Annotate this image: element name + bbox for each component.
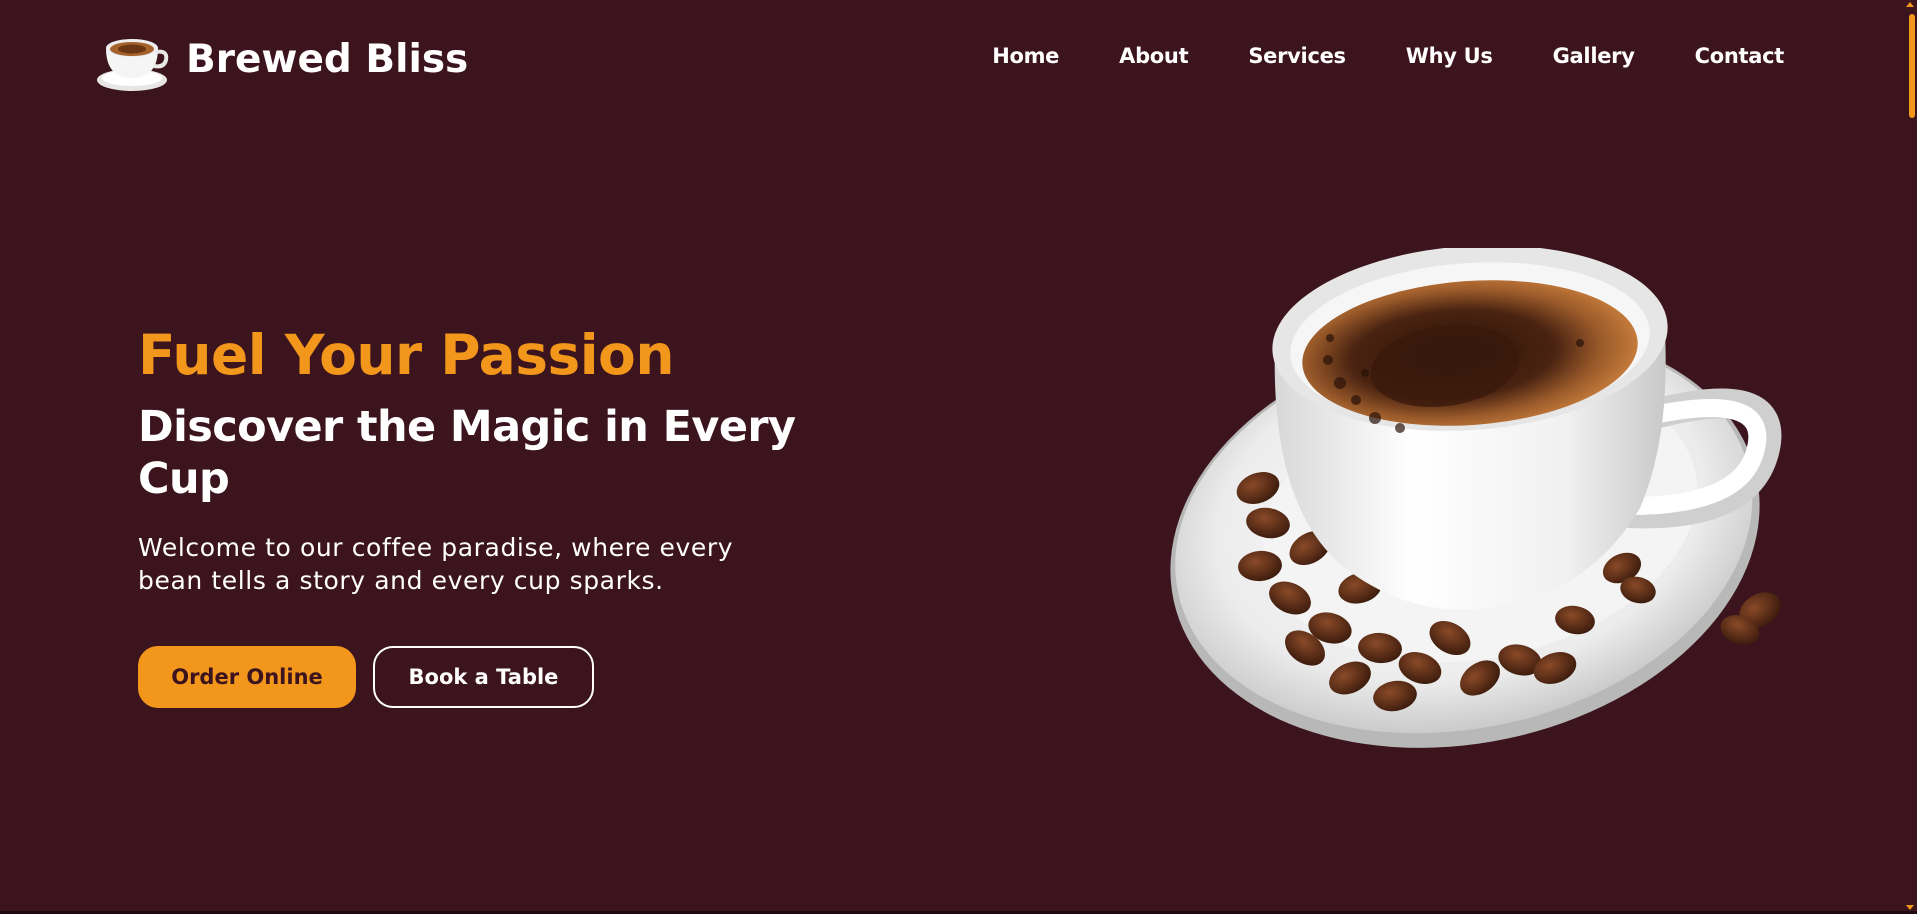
scroll-thumb[interactable]	[1909, 14, 1915, 118]
brand-name: Brewed Bliss	[186, 36, 469, 82]
hero-buttons: Order Online Book a Table	[138, 646, 898, 709]
hero-subtitle: Fuel Your Passion	[138, 323, 675, 387]
hero-section: Fuel Your Passion Discover the Magic in …	[138, 322, 898, 709]
scroll-down-icon[interactable]	[1906, 905, 1914, 910]
page: Brewed Bliss Home About Services Why Us …	[0, 0, 1917, 914]
coffee-cup-with-beans-icon	[1170, 248, 1782, 748]
hero-description: Welcome to our coffee paradise, where ev…	[138, 533, 734, 596]
scroll-up-icon[interactable]	[1906, 2, 1914, 7]
nav-item-about[interactable]: About	[1119, 44, 1189, 68]
logo-link[interactable]: Brewed Bliss	[92, 24, 468, 94]
nav-item-why-us[interactable]: Why Us	[1406, 44, 1493, 68]
order-online-button[interactable]: Order Online	[138, 646, 356, 709]
nav-item-home[interactable]: Home	[992, 44, 1059, 68]
main-nav: Home About Services Why Us Gallery Conta…	[992, 44, 1784, 68]
nav-item-gallery[interactable]: Gallery	[1553, 44, 1635, 68]
site-header: Brewed Bliss Home About Services Why Us …	[0, 0, 1917, 115]
hero-title: Discover the Magic in Every Cup	[138, 402, 796, 504]
coffee-cup-icon	[97, 39, 169, 91]
nav-item-services[interactable]: Services	[1248, 44, 1346, 68]
scrollbar[interactable]	[1903, 0, 1917, 914]
nav-item-contact[interactable]: Contact	[1695, 44, 1785, 68]
book-table-button[interactable]: Book a Table	[373, 646, 594, 709]
